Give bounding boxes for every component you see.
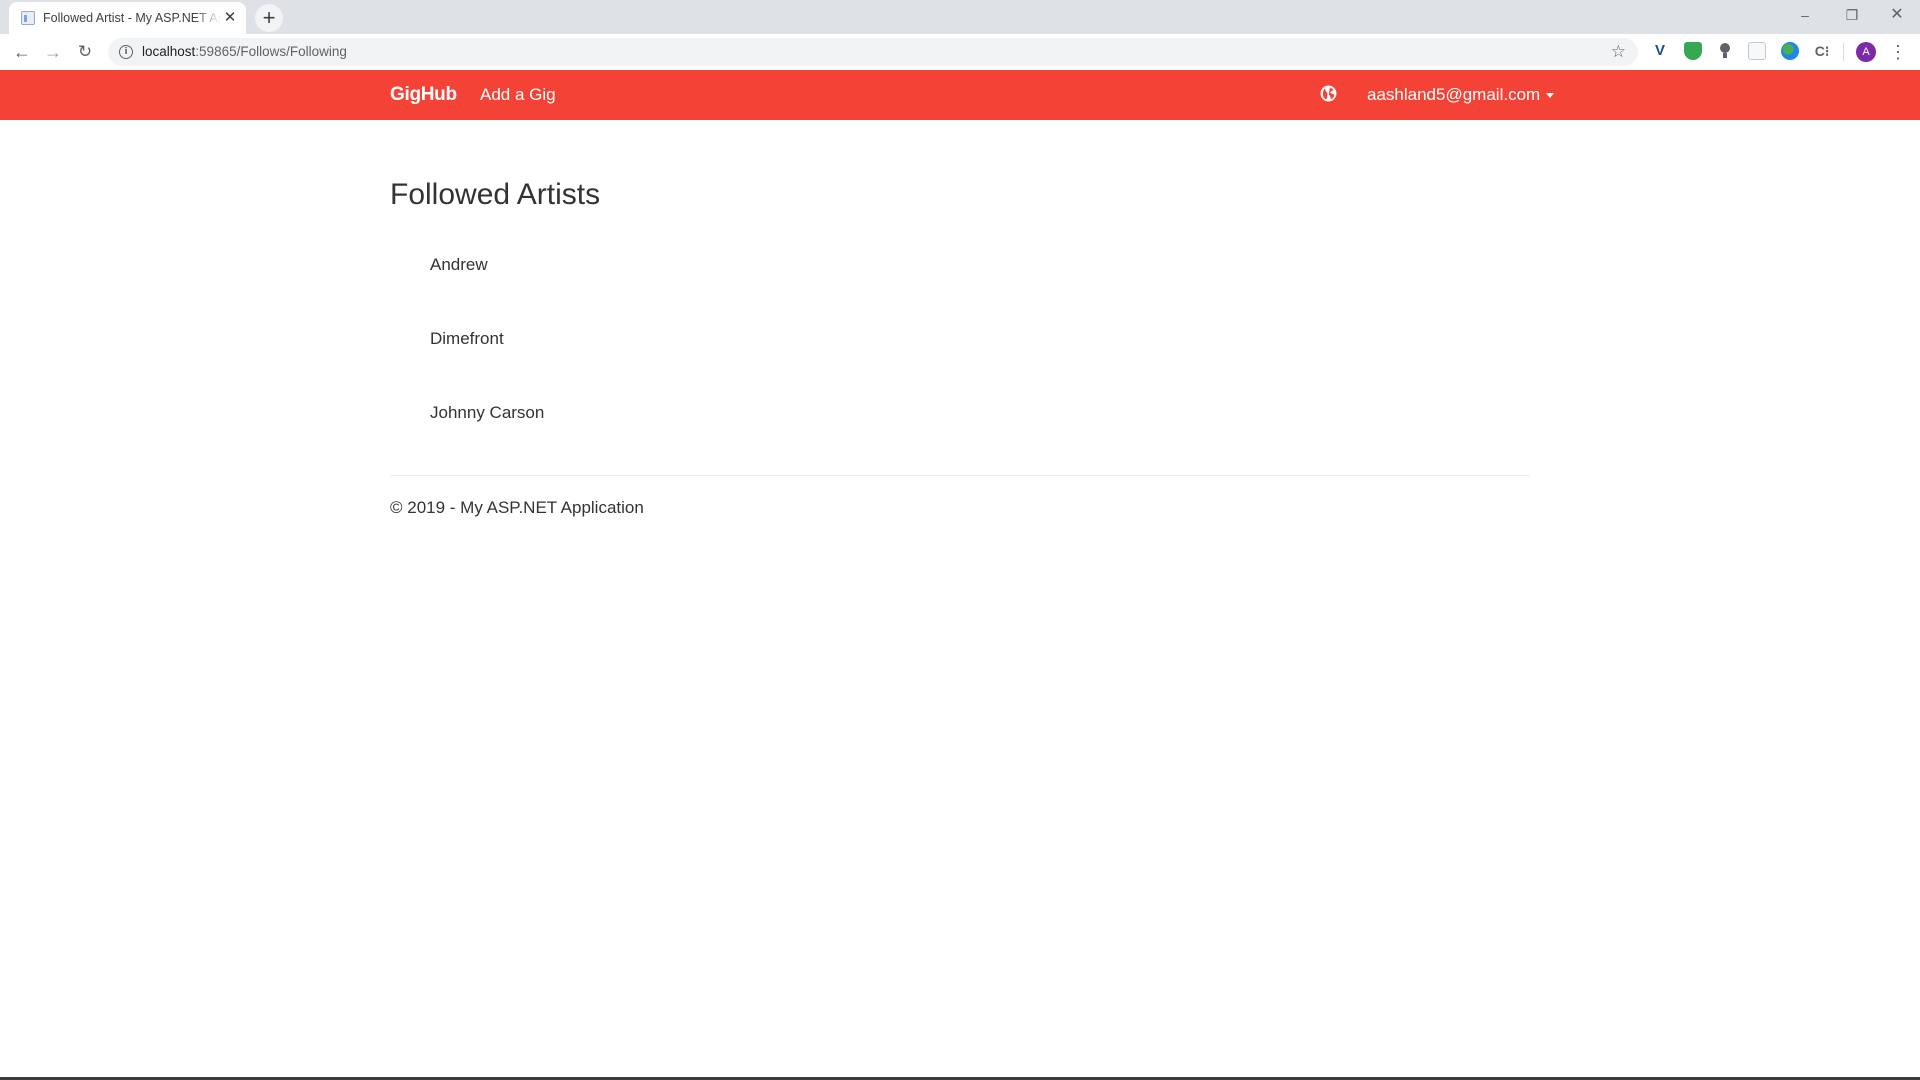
brand-link[interactable]: GigHub — [390, 84, 457, 106]
url-path: :59865/Follows/Following — [195, 44, 347, 59]
artist-list: Andrew Dimefront Johnny Carson — [430, 255, 544, 477]
bookmark-star-icon[interactable]: ☆ — [1611, 41, 1626, 63]
user-dropdown[interactable]: aashland5@gmail.com — [1367, 85, 1555, 105]
new-tab-button[interactable]: + — [255, 4, 283, 32]
footer-copyright: © 2019 - My ASP.NET Application — [390, 498, 644, 517]
url-text[interactable]: localhost:59865/Follows/Following — [142, 44, 347, 59]
artist-item: Andrew — [430, 255, 488, 274]
page-favicon-icon — [21, 11, 35, 25]
tab-close-icon[interactable]: ✕ — [222, 10, 238, 26]
browser-menu-icon[interactable]: ⋮ — [1889, 40, 1907, 64]
back-arrow-icon[interactable]: ← — [10, 40, 34, 64]
page-title: Followed Artists — [390, 178, 601, 211]
artist-item: Johnny Carson — [430, 403, 545, 422]
browser-toolbar: ← → ↻ i localhost:59865/Follows/Followin… — [0, 34, 1920, 71]
address-bar[interactable]: i localhost:59865/Follows/Following ☆ — [108, 38, 1638, 66]
c-extension-icon[interactable]: C⁝ — [1813, 42, 1831, 60]
globe-extension-icon[interactable] — [1781, 42, 1799, 60]
blank-extension-icon[interactable] — [1748, 42, 1766, 60]
footer-divider — [390, 475, 1530, 476]
vimium-icon[interactable]: V — [1651, 42, 1669, 60]
site-navbar: GigHub Add a Gig aashland5@gmail.com — [0, 70, 1920, 120]
add-gig-link[interactable]: Add a Gig — [480, 85, 556, 105]
restore-button[interactable]: ❐ — [1829, 4, 1875, 26]
globe-icon[interactable] — [1320, 85, 1337, 102]
toolbar-divider — [1843, 43, 1844, 61]
minimize-button[interactable]: – — [1782, 4, 1828, 26]
shield-icon[interactable] — [1684, 42, 1702, 60]
browser-tab-strip: Followed Artist - My ASP.NET Application… — [0, 0, 1920, 34]
browser-tab[interactable]: Followed Artist - My ASP.NET Application… — [9, 2, 246, 34]
site-info-icon[interactable]: i — [119, 45, 133, 59]
artist-item: Dimefront — [430, 329, 504, 348]
profile-avatar[interactable]: A — [1856, 42, 1876, 62]
lightbulb-icon[interactable] — [1716, 42, 1734, 60]
forward-arrow-icon[interactable]: → — [41, 40, 65, 64]
user-email: aashland5@gmail.com — [1367, 85, 1541, 104]
caret-down-icon — [1546, 93, 1555, 99]
close-window-button[interactable]: ✕ — [1874, 4, 1920, 26]
reload-icon[interactable]: ↻ — [73, 40, 97, 64]
tab-title: Followed Artist - My ASP.NET Application — [43, 11, 221, 25]
url-host: localhost — [142, 44, 196, 59]
